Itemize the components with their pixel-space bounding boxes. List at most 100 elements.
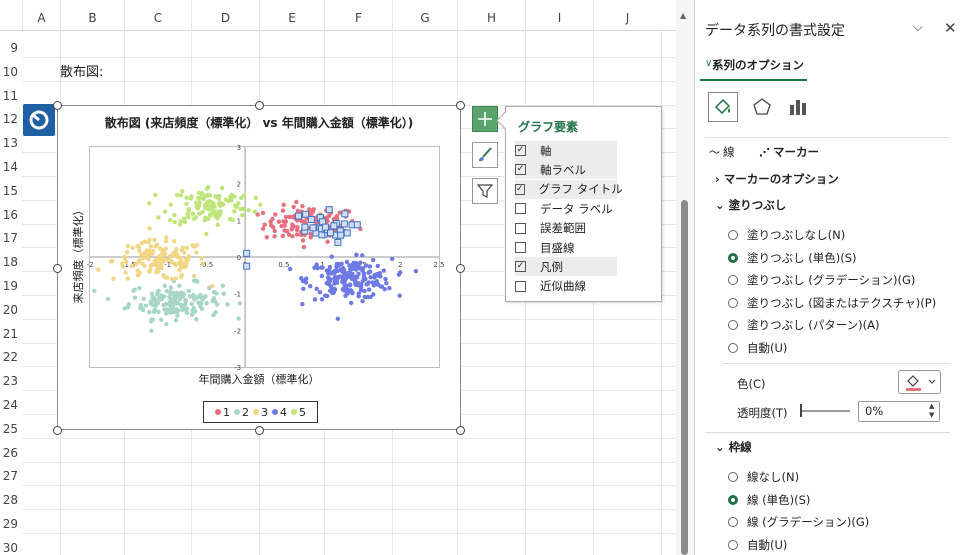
data-point[interactable]: [134, 261, 139, 267]
chevron-down-icon[interactable]: ⌵: [913, 20, 923, 35]
data-point[interactable]: [201, 196, 206, 202]
data-point[interactable]: [281, 202, 286, 208]
data-point[interactable]: [366, 287, 372, 292]
data-point[interactable]: [143, 303, 149, 308]
data-point[interactable]: [216, 196, 222, 202]
data-point[interactable]: [304, 276, 309, 281]
data-point[interactable]: [310, 209, 316, 214]
data-point[interactable]: [192, 309, 198, 314]
data-point[interactable]: [273, 212, 278, 217]
data-point[interactable]: [157, 246, 163, 251]
chart-styles-button[interactable]: [472, 142, 498, 168]
data-point[interactable]: [177, 283, 182, 288]
data-point[interactable]: [125, 250, 130, 255]
transparency-slider-thumb[interactable]: [800, 404, 802, 417]
data-point[interactable]: [217, 201, 222, 206]
data-point[interactable]: [325, 239, 330, 244]
data-point[interactable]: [342, 279, 347, 284]
chart-element-item[interactable]: 誤差範囲: [515, 219, 617, 238]
data-point[interactable]: [209, 283, 215, 289]
data-point[interactable]: [327, 288, 333, 293]
data-point[interactable]: [308, 235, 313, 240]
data-point[interactable]: [154, 302, 159, 308]
data-point[interactable]: [286, 232, 292, 237]
data-point[interactable]: [162, 247, 168, 252]
row-header-14[interactable]: 14: [0, 160, 22, 174]
row-header-27[interactable]: 27: [0, 469, 22, 483]
selected-point[interactable]: [337, 231, 345, 239]
data-point[interactable]: [190, 211, 196, 216]
checkbox[interactable]: ✓: [515, 164, 526, 176]
data-point[interactable]: [324, 281, 329, 286]
data-point[interactable]: [199, 306, 205, 311]
row-header-24[interactable]: 24: [0, 398, 22, 412]
data-point[interactable]: [186, 209, 191, 215]
data-point[interactable]: [282, 228, 287, 233]
chart-element-item[interactable]: データ ラベル: [515, 199, 617, 218]
data-point[interactable]: [295, 224, 300, 230]
selected-point[interactable]: [243, 262, 251, 270]
data-point[interactable]: [295, 208, 301, 214]
legend-item[interactable]: 5: [291, 406, 306, 419]
data-point[interactable]: [211, 312, 216, 318]
data-point[interactable]: [290, 225, 295, 230]
radio-button[interactable]: [728, 342, 738, 353]
data-point[interactable]: [181, 291, 186, 296]
checkbox[interactable]: [515, 242, 526, 253]
data-point[interactable]: [163, 239, 169, 244]
marker-options-section[interactable]: › マーカーのオプション: [715, 171, 839, 187]
data-point[interactable]: [152, 307, 158, 312]
data-point[interactable]: [312, 265, 317, 270]
data-point[interactable]: [240, 212, 245, 218]
data-point[interactable]: [335, 316, 340, 322]
data-point[interactable]: [178, 302, 183, 307]
data-point[interactable]: [301, 244, 307, 250]
data-point[interactable]: [172, 262, 178, 267]
data-point[interactable]: [125, 276, 131, 281]
selected-point[interactable]: [330, 222, 338, 230]
data-point[interactable]: [156, 215, 161, 220]
data-point[interactable]: [326, 213, 332, 218]
data-point[interactable]: [147, 309, 152, 315]
data-point[interactable]: [358, 285, 364, 290]
data-point[interactable]: [147, 269, 152, 275]
row-header-12[interactable]: 12: [0, 112, 22, 126]
data-point[interactable]: [186, 254, 191, 259]
chart-element-item[interactable]: ✓ 軸: [515, 141, 617, 160]
row-header-21[interactable]: 21: [0, 327, 22, 341]
vertical-scrollbar[interactable]: ▲: [676, 0, 694, 555]
data-point[interactable]: [164, 321, 169, 327]
selected-point[interactable]: [301, 223, 309, 231]
tab-series-options[interactable]: 系列のオプション: [712, 57, 804, 73]
data-point[interactable]: [260, 226, 266, 231]
data-point[interactable]: [126, 302, 132, 307]
data-point[interactable]: [276, 219, 282, 224]
radio-option[interactable]: 塗りつぶし (図またはテクスチャ)(P): [728, 295, 936, 311]
radio-option[interactable]: 線 (単色)(S): [728, 492, 810, 508]
row-header-9[interactable]: 9: [0, 41, 22, 55]
data-point[interactable]: [169, 276, 175, 282]
data-point[interactable]: [184, 245, 190, 251]
data-point[interactable]: [139, 252, 144, 257]
data-point[interactable]: [174, 290, 180, 296]
data-point[interactable]: [147, 237, 152, 242]
data-point[interactable]: [396, 272, 402, 277]
y-axis-title[interactable]: 来店頻度（標準化）: [70, 194, 86, 314]
selected-point[interactable]: [307, 216, 315, 224]
radio-button[interactable]: [728, 230, 738, 240]
data-point[interactable]: [182, 219, 188, 225]
data-point[interactable]: [172, 212, 177, 218]
radio-option[interactable]: 自動(U): [728, 537, 787, 553]
data-point[interactable]: [148, 244, 153, 249]
data-point[interactable]: [154, 242, 160, 247]
plot-area[interactable]: -2-1.5-1-0.500.511.522.53210-1-2-3: [87, 144, 445, 372]
data-point[interactable]: [238, 206, 243, 212]
data-point[interactable]: [375, 263, 380, 269]
data-point[interactable]: [229, 198, 234, 203]
checkbox[interactable]: [515, 280, 526, 292]
data-point[interactable]: [200, 209, 205, 215]
border-section[interactable]: ⌄ 枠線: [715, 439, 752, 455]
data-point[interactable]: [135, 273, 141, 278]
data-point[interactable]: [204, 300, 209, 306]
chart-elements-button[interactable]: [472, 106, 498, 132]
